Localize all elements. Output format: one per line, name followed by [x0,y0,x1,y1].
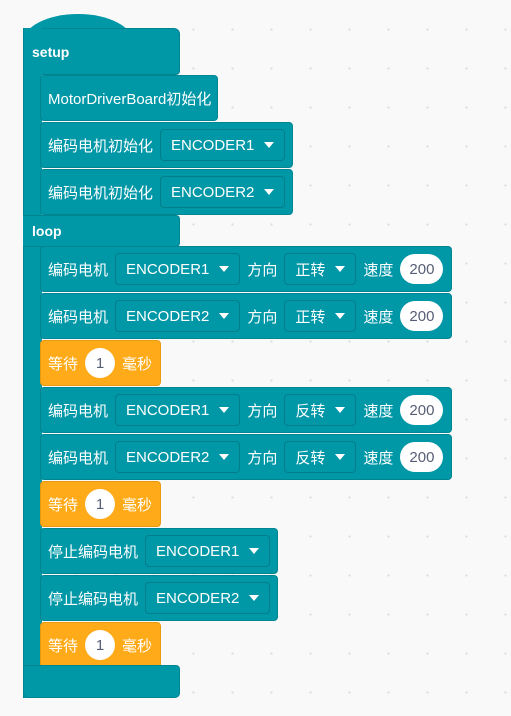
direction-dropdown[interactable]: 正转 [284,300,357,332]
loop-label: loop [32,223,62,239]
loop-stack: 编码电机 ENCODER1 方向 正转 速度 200 编码电机 ENCODER2 方向 正转 速度 2… [40,246,453,669]
setup-stack: MotorDriverBoard初始化 编码电机初始化 ENCODER1 编码电机初始… [40,75,294,216]
speed-input[interactable]: 200 [400,254,444,284]
direction-label: 方向 [247,402,278,420]
encoder-dropdown-value: ENCODER1 [126,401,210,419]
stop-block[interactable]: 停止编码电机 ENCODER2 [40,575,279,621]
motor-label: 编码电机 [48,308,109,326]
text-block[interactable]: MotorDriverBoard初始化 [40,75,219,121]
chevron-down-icon [219,266,230,272]
wait-unit: 毫秒 [122,355,153,373]
setup-label: setup [32,44,70,60]
text-label: MotorDriverBoard初始化 [48,90,212,108]
direction-label: 方向 [247,449,278,467]
motor-block[interactable]: 编码电机 ENCODER2 方向 正转 速度 200 [40,293,453,339]
direction-label: 方向 [247,308,278,326]
wait-block[interactable]: 等待 1 毫秒 [40,622,162,668]
init-block[interactable]: 编码电机初始化 ENCODER1 [40,122,294,168]
init-label: 编码电机初始化 [48,137,154,155]
wait-label: 等待 [48,637,79,655]
stop-block[interactable]: 停止编码电机 ENCODER1 [40,528,279,574]
chevron-down-icon [249,595,260,601]
direction-dropdown[interactable]: 反转 [284,394,357,426]
speed-input[interactable]: 200 [400,395,444,425]
stop-label: 停止编码电机 [48,590,139,608]
wait-block[interactable]: 等待 1 毫秒 [40,481,162,527]
encoder-dropdown-value: ENCODER1 [126,260,210,278]
chevron-down-icon [335,313,346,319]
encoder-dropdown[interactable]: ENCODER2 [115,441,241,473]
wait-label: 等待 [48,496,79,514]
encoder-dropdown[interactable]: ENCODER2 [115,300,241,332]
init-block[interactable]: 编码电机初始化 ENCODER2 [40,169,294,215]
direction-label: 方向 [247,261,278,279]
encoder-dropdown-value: ENCODER2 [156,589,240,607]
speed-label: 速度 [363,449,394,467]
encoder-dropdown-value: ENCODER2 [171,183,255,201]
encoder-dropdown-value: ENCODER2 [126,448,210,466]
chevron-down-icon [249,548,260,554]
encoder-dropdown[interactable]: ENCODER1 [115,253,241,285]
encoder-dropdown-value: ENCODER1 [171,136,255,154]
wait-input[interactable]: 1 [85,630,116,660]
stop-label: 停止编码电机 [48,543,139,561]
wait-block[interactable]: 等待 1 毫秒 [40,340,162,386]
wait-input[interactable]: 1 [85,489,116,519]
chevron-down-icon [219,407,230,413]
encoder-dropdown[interactable]: ENCODER2 [160,176,286,208]
encoder-dropdown-value: ENCODER1 [156,542,240,560]
speed-label: 速度 [363,261,394,279]
chevron-down-icon [264,189,275,195]
direction-dropdown-value: 正转 [295,308,326,326]
encoder-dropdown[interactable]: ENCODER1 [115,394,241,426]
init-label: 编码电机初始化 [48,184,154,202]
chevron-down-icon [335,454,346,460]
encoder-dropdown[interactable]: ENCODER1 [145,535,271,567]
encoder-dropdown[interactable]: ENCODER2 [145,582,271,614]
encoder-dropdown[interactable]: ENCODER1 [160,129,286,161]
end-arm[interactable] [23,665,180,698]
chevron-down-icon [219,313,230,319]
chevron-down-icon [335,407,346,413]
speed-input[interactable]: 200 [400,442,444,472]
motor-block[interactable]: 编码电机 ENCODER1 方向 正转 速度 200 [40,246,453,292]
wait-label: 等待 [48,355,79,373]
motor-label: 编码电机 [48,449,109,467]
direction-dropdown[interactable]: 反转 [284,441,357,473]
wait-unit: 毫秒 [122,637,153,655]
speed-input[interactable]: 200 [400,301,444,331]
direction-dropdown-value: 反转 [295,449,326,467]
speed-label: 速度 [363,308,394,326]
wait-input[interactable]: 1 [85,348,116,378]
chevron-down-icon [264,142,275,148]
chevron-down-icon [335,266,346,272]
chevron-down-icon [219,454,230,460]
encoder-dropdown-value: ENCODER2 [126,307,210,325]
motor-label: 编码电机 [48,261,109,279]
wait-unit: 毫秒 [122,496,153,514]
motor-block[interactable]: 编码电机 ENCODER1 方向 反转 速度 200 [40,387,453,433]
direction-dropdown[interactable]: 正转 [284,253,357,285]
direction-dropdown-value: 反转 [295,402,326,420]
motor-label: 编码电机 [48,402,109,420]
motor-block[interactable]: 编码电机 ENCODER2 方向 反转 速度 200 [40,434,453,480]
speed-label: 速度 [363,402,394,420]
direction-dropdown-value: 正转 [295,261,326,279]
